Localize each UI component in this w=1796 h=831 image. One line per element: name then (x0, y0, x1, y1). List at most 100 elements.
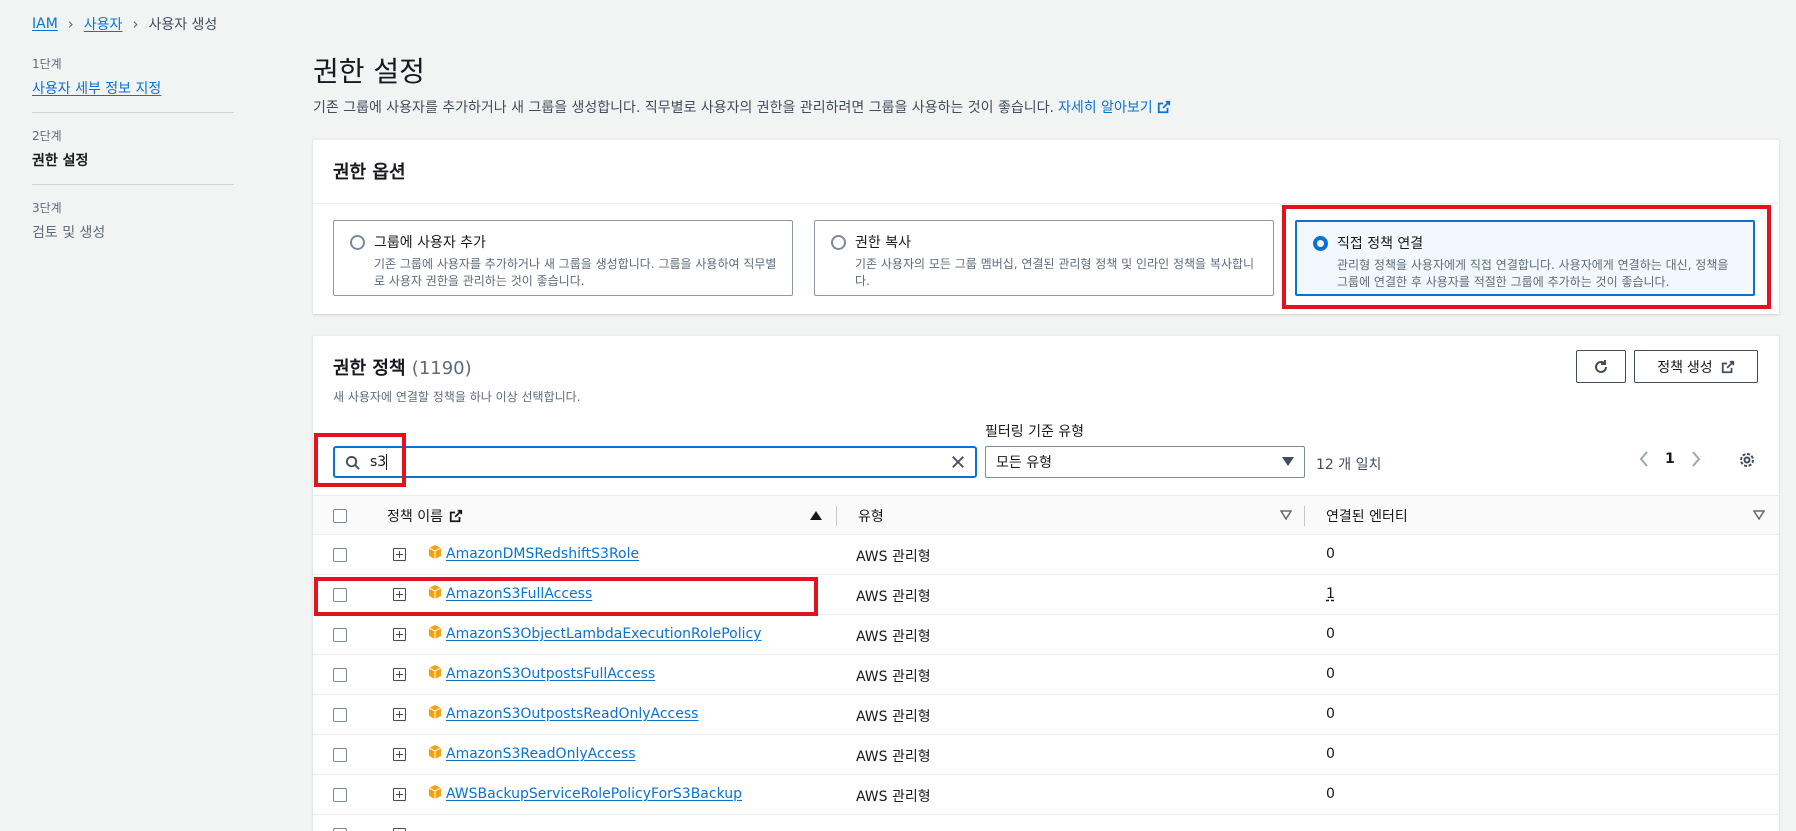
permission-policies-panel: 권한 정책 (1190) 새 사용자에 연결할 정책을 하나 이상 선택합니다.… (313, 335, 1779, 831)
breadcrumb: IAM › 사용자 › 사용자 생성 (32, 14, 217, 34)
step-1: 1단계 사용자 세부 정보 지정 (32, 55, 234, 113)
policy-type: AWS 관리형 (856, 789, 931, 805)
step-1-link[interactable]: 사용자 세부 정보 지정 (32, 81, 161, 97)
table-row[interactable]: AmazonS3OutpostsReadOnlyAccess AWS 관리형 0 (313, 695, 1779, 735)
column-policy-name[interactable]: 정책 이름 (387, 506, 463, 526)
policies-table: 정책 이름 유형 연결된 엔터티 AmazonDMSRedshiftS3Role… (313, 495, 1779, 831)
refresh-icon (1595, 359, 1607, 373)
attached-entities: 0 (1326, 746, 1335, 762)
table-row[interactable]: AmazonS3ObjectLambdaExecutionRolePolicy … (313, 615, 1779, 655)
policy-icon (428, 785, 442, 799)
pagination: 1 (1639, 451, 1701, 467)
radio-button[interactable] (350, 235, 365, 250)
row-checkbox[interactable] (333, 668, 347, 682)
sort-icon[interactable] (1280, 510, 1292, 520)
sort-icon[interactable] (1753, 510, 1765, 520)
policy-name-link[interactable]: AmazonDMSRedshiftS3Role (446, 546, 639, 562)
row-checkbox[interactable] (333, 548, 347, 562)
gear-icon[interactable] (1738, 451, 1756, 469)
option-title: 그룹에 사용자 추가 (374, 235, 486, 251)
policy-icon (428, 585, 442, 599)
expand-icon[interactable] (393, 748, 406, 761)
option-title: 권한 복사 (855, 235, 911, 251)
permission-options-panel: 권한 옵션 그룹에 사용자 추가 기존 그룹에 사용자를 추가하거나 새 그룹을… (313, 139, 1779, 314)
expand-icon[interactable] (393, 548, 406, 561)
external-link-icon (1721, 360, 1734, 373)
table-row[interactable]: AWSBackupServiceRolePolicyForS3Backup AW… (313, 775, 1779, 815)
row-checkbox[interactable] (333, 708, 347, 722)
table-header: 정책 이름 유형 연결된 엔터티 (313, 495, 1779, 535)
step-2: 2단계 권한 설정 (32, 127, 234, 185)
clear-icon[interactable] (951, 455, 965, 469)
table-row[interactable]: AmazonDMSRedshiftS3Role AWS 관리형 0 (313, 535, 1779, 575)
match-count: 12 개 일치 (1316, 457, 1382, 473)
create-policy-button[interactable]: 정책 생성 (1634, 350, 1758, 383)
row-checkbox[interactable] (333, 628, 347, 642)
divider (313, 203, 1779, 204)
policy-name-link[interactable]: AmazonS3OutpostsReadOnlyAccess (446, 706, 698, 722)
breadcrumb-users[interactable]: 사용자 (84, 14, 123, 34)
policy-icon (428, 745, 442, 759)
option-add-to-group[interactable]: 그룹에 사용자 추가 기존 그룹에 사용자를 추가하거나 새 그룹을 생성합니다… (333, 220, 793, 296)
expand-icon[interactable] (393, 788, 406, 801)
expand-icon[interactable] (393, 588, 406, 601)
policy-icon (428, 625, 442, 639)
refresh-button[interactable] (1576, 350, 1626, 383)
expand-icon[interactable] (393, 668, 406, 681)
table-row-partial[interactable] (313, 815, 1779, 831)
breadcrumb-current: 사용자 생성 (148, 17, 218, 33)
radio-button-selected[interactable] (1313, 236, 1328, 251)
policies-title-text: 권한 정책 (333, 358, 406, 379)
learn-more-link[interactable]: 자세히 알아보기 (1058, 97, 1153, 117)
policy-name-link[interactable]: AmazonS3ObjectLambdaExecutionRolePolicy (446, 626, 761, 642)
policy-type: AWS 관리형 (856, 589, 931, 605)
step-3-label: 검토 및 생성 (32, 225, 106, 241)
policies-title: 권한 정책 (1190) (333, 354, 472, 380)
search-value-wrap: s3 (370, 454, 951, 470)
row-checkbox[interactable] (333, 588, 347, 602)
create-policy-label: 정책 생성 (1657, 358, 1713, 375)
column-divider[interactable] (836, 506, 837, 526)
policy-search-input[interactable]: s3 (333, 446, 977, 478)
step-number: 1단계 (32, 57, 62, 71)
option-attach-policy[interactable]: 직접 정책 연결 관리형 정책을 사용자에게 직접 연결합니다. 사용자에게 연… (1295, 220, 1755, 296)
sort-ascending-icon[interactable] (810, 510, 822, 520)
table-row[interactable]: AmazonS3OutpostsFullAccess AWS 관리형 0 (313, 655, 1779, 695)
policy-name-link[interactable]: AmazonS3OutpostsFullAccess (446, 666, 655, 682)
table-row[interactable]: AmazonS3ReadOnlyAccess AWS 관리형 0 (313, 735, 1779, 775)
page-number[interactable]: 1 (1665, 451, 1675, 467)
expand-icon[interactable] (393, 708, 406, 721)
row-checkbox[interactable] (333, 748, 347, 762)
breadcrumb-iam[interactable]: IAM (32, 16, 58, 32)
attached-entities-link[interactable]: 1 (1326, 586, 1335, 602)
policy-type: AWS 관리형 (856, 669, 931, 685)
attached-entities: 0 (1326, 786, 1335, 802)
policy-type: AWS 관리형 (856, 749, 931, 765)
option-description: 기존 사용자의 모든 그룹 멤버십, 연결된 관리형 정책 및 인라인 정책을 … (855, 257, 1255, 288)
chevron-left-icon[interactable] (1639, 451, 1649, 467)
filter-label: 필터링 기준 유형 (985, 424, 1085, 440)
policy-type: AWS 관리형 (856, 709, 931, 725)
search-icon (345, 455, 360, 470)
row-checkbox[interactable] (333, 788, 347, 802)
radio-button[interactable] (831, 235, 846, 250)
attached-entities: 0 (1326, 546, 1335, 562)
option-copy-permissions[interactable]: 권한 복사 기존 사용자의 모든 그룹 멤버십, 연결된 관리형 정책 및 인라… (814, 220, 1274, 296)
column-divider[interactable] (1304, 506, 1305, 526)
policy-icon (428, 665, 442, 679)
policies-count: (1190) (411, 358, 472, 379)
chevron-right-icon[interactable] (1691, 451, 1701, 467)
column-type[interactable]: 유형 (858, 506, 884, 526)
option-description: 관리형 정책을 사용자에게 직접 연결합니다. 사용자에게 연결하는 대신, 정… (1337, 258, 1729, 289)
filter-type-select[interactable]: 모든 유형 (985, 446, 1305, 478)
table-row[interactable]: AmazonS3FullAccess AWS 관리형 1 (313, 575, 1779, 615)
step-number: 3단계 (32, 201, 62, 215)
policy-name-link[interactable]: AmazonS3FullAccess (446, 586, 592, 602)
select-all-checkbox[interactable] (333, 509, 347, 523)
policy-name-link[interactable]: AWSBackupServiceRolePolicyForS3Backup (446, 786, 742, 802)
page-title: 권한 설정 (313, 55, 425, 88)
column-entities[interactable]: 연결된 엔터티 (1326, 506, 1408, 526)
policy-name-link[interactable]: AmazonS3ReadOnlyAccess (446, 746, 636, 762)
filter-value: 모든 유형 (996, 455, 1052, 471)
expand-icon[interactable] (393, 628, 406, 641)
